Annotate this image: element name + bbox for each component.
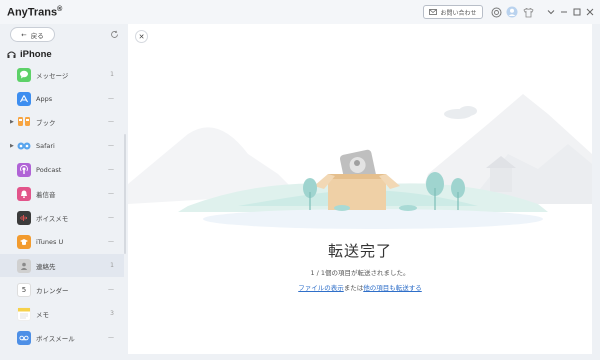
transfer-summary: 1 / 1個の項目が転送されました。 xyxy=(310,269,410,277)
main-panel: ✕ 転送完了 1 / 1個の項目が転送されました。 ファイルの表示または他の項目… xyxy=(128,24,592,354)
sidebar-item-voicememos[interactable]: ボイスメモ — xyxy=(0,206,124,229)
sidebar-item-books[interactable]: ▶ ブック — xyxy=(0,110,124,133)
voicemail-icon xyxy=(17,330,31,345)
sidebar-item-count: — xyxy=(108,238,114,245)
maximize-icon[interactable] xyxy=(572,6,582,18)
messages-icon xyxy=(17,67,31,82)
transfer-complete-title: 転送完了 xyxy=(327,242,392,260)
sidebar-item-label: Podcast xyxy=(36,165,62,174)
safari-icon xyxy=(17,139,31,153)
close-icon: ✕ xyxy=(138,32,145,41)
device-name: iPhone xyxy=(20,48,52,60)
tshirt-icon[interactable] xyxy=(522,6,534,18)
expand-arrow-icon[interactable]: ▶ xyxy=(10,143,14,149)
sidebar-item-label: Safari xyxy=(36,141,55,150)
sidebar-item-count: 1 xyxy=(110,262,114,269)
notes-icon xyxy=(17,306,31,321)
sidebar-item-podcast[interactable]: Podcast — xyxy=(0,158,124,181)
sidebar-item-label: ブック xyxy=(36,118,56,127)
sidebar-item-count: 1 xyxy=(110,71,114,78)
sidebar-item-label: メモ xyxy=(36,310,49,319)
account-icon[interactable] xyxy=(506,6,518,18)
close-panel-button[interactable]: ✕ xyxy=(135,30,148,43)
link-separator: または xyxy=(343,284,364,292)
sidebar: ← 戻る iPhone メッセージ 1 Apps — ▶ ブック — ▶ Saf… xyxy=(0,24,128,360)
sidebar-item-label: メッセージ xyxy=(36,71,69,80)
sidebar-item-itunesu[interactable]: iTunes U — xyxy=(0,230,124,253)
title-bar: AnyTrans® お問い合わせ xyxy=(0,0,600,24)
voicememo-icon xyxy=(17,210,31,225)
transfer-complete-illustration xyxy=(128,94,592,229)
sidebar-item-count: — xyxy=(108,166,114,173)
contact-label: お問い合わせ xyxy=(440,9,477,17)
sidebar-item-count: — xyxy=(108,334,114,341)
result-links: ファイルの表示または他の項目も転送する xyxy=(128,282,592,292)
refresh-icon[interactable] xyxy=(110,30,119,39)
sidebar-item-count: 3 xyxy=(110,310,114,317)
sidebar-item-notes[interactable]: メモ 3 xyxy=(0,302,124,325)
appstore-icon xyxy=(17,91,31,106)
back-label: 戻る xyxy=(30,31,44,40)
sidebar-item-messages[interactable]: メッセージ 1 xyxy=(0,63,124,86)
sidebar-scrollbar[interactable] xyxy=(124,54,127,354)
sidebar-item-count: — xyxy=(108,214,114,221)
show-files-link[interactable]: ファイルの表示 xyxy=(298,284,344,292)
itunesu-icon xyxy=(17,234,31,249)
back-button[interactable]: ← 戻る xyxy=(10,27,55,42)
contact-button[interactable]: お問い合わせ xyxy=(423,5,483,19)
close-window-icon[interactable] xyxy=(585,6,595,18)
sidebar-item-contacts[interactable]: 連絡先 1 xyxy=(0,254,124,277)
arrow-left-icon: ← xyxy=(21,30,27,39)
minimize-icon[interactable] xyxy=(559,6,569,18)
ringtone-icon xyxy=(17,186,31,201)
device-icon xyxy=(7,50,16,58)
sidebar-item-label: ボイスメール xyxy=(36,334,75,343)
sidebar-item-ringtones[interactable]: 着信音 — xyxy=(0,182,124,205)
dropdown-chevron-icon[interactable] xyxy=(546,6,556,18)
sidebar-item-count: — xyxy=(108,286,114,293)
calendar-day: 5 xyxy=(21,285,27,294)
sidebar-item-calendar[interactable]: 5 カレンダー — xyxy=(0,278,124,301)
calendar-icon: 5 xyxy=(17,282,31,297)
mail-icon xyxy=(429,9,438,15)
sidebar-item-count: — xyxy=(108,142,114,149)
notification-icon[interactable] xyxy=(490,6,502,18)
sidebar-item-label: カレンダー xyxy=(36,286,69,295)
sidebar-item-safari[interactable]: ▶ Safari — xyxy=(0,134,124,157)
expand-arrow-icon[interactable]: ▶ xyxy=(10,119,14,125)
podcast-icon xyxy=(17,162,31,177)
sidebar-item-label: ボイスメモ xyxy=(36,214,69,223)
sidebar-item-count: — xyxy=(108,118,114,125)
books-icon xyxy=(17,115,31,129)
sidebar-item-label: 着信音 xyxy=(36,190,56,199)
sidebar-item-voicemail[interactable]: ボイスメール — xyxy=(0,326,124,349)
device-header[interactable]: iPhone xyxy=(7,48,52,60)
transfer-more-link[interactable]: 他の項目も転送する xyxy=(363,284,422,292)
sidebar-item-label: iTunes U xyxy=(36,237,64,246)
sidebar-item-label: 連絡先 xyxy=(36,262,56,271)
sidebar-item-apps[interactable]: Apps — xyxy=(0,87,124,110)
sidebar-item-label: Apps xyxy=(36,94,53,103)
contacts-icon xyxy=(17,258,31,273)
sidebar-item-count: — xyxy=(108,95,114,102)
sidebar-item-count: — xyxy=(108,190,114,197)
app-title: AnyTrans® xyxy=(7,5,63,19)
